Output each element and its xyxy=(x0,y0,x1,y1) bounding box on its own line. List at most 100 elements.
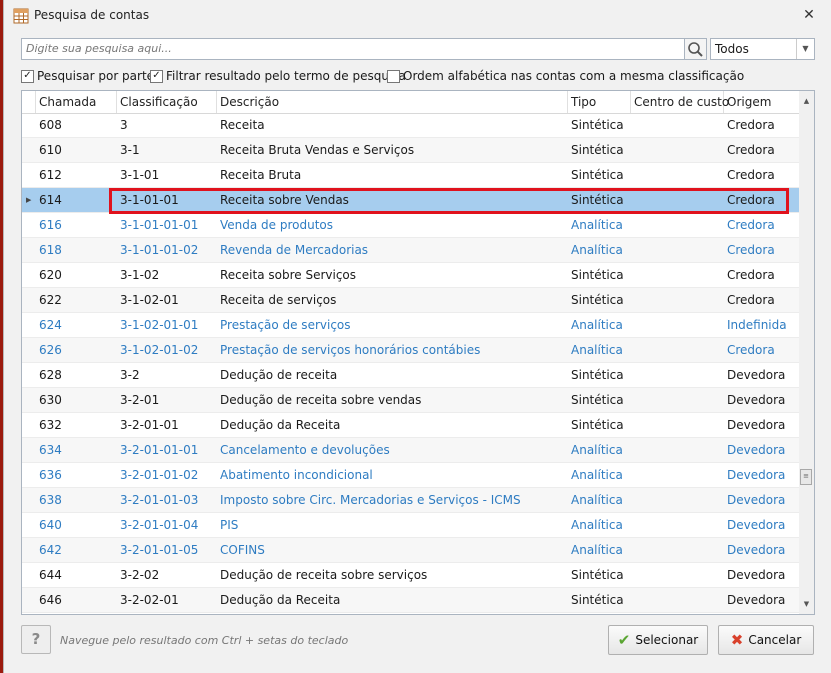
table-row[interactable]: 626 3-1-02-01-02 Prestação de serviços hon… xyxy=(22,338,799,363)
cell-chamada: 616 xyxy=(39,218,62,232)
cell-classificacao: 3 xyxy=(120,118,128,132)
table-row[interactable]: 616 3-1-01-01-01 Venda de produtos Analític… xyxy=(22,213,799,238)
table-row[interactable]: 624 3-1-02-01-01 Prestação de serviços Anal… xyxy=(22,313,799,338)
table-row[interactable]: 622 3-1-02-01 Receita de serviços Sintética… xyxy=(22,288,799,313)
cell-classificacao: 3-2-02-01 xyxy=(120,593,179,607)
cell-centro-custo xyxy=(631,413,724,437)
cell-chamada: 634 xyxy=(39,443,62,457)
cell-chamada: 610 xyxy=(39,143,62,157)
cell-classificacao: 3-2 xyxy=(120,368,140,382)
table-row[interactable]: 612 3-1-01 Receita Bruta Sintética Credora xyxy=(22,163,799,188)
select-button[interactable]: ✔ Selecionar xyxy=(608,625,708,655)
cell-origem: Credora xyxy=(727,143,775,157)
cell-descricao: Dedução de receita sobre serviços xyxy=(220,568,428,582)
search-icon xyxy=(688,42,703,57)
cell-centro-custo xyxy=(631,463,724,487)
checkbox-label: Pesquisar por parte xyxy=(37,69,155,83)
search-button[interactable] xyxy=(685,38,707,60)
cell-centro-custo xyxy=(631,588,724,612)
cell-descricao: Cancelamento e devoluções xyxy=(220,443,390,457)
title-bar: Pesquisa de contas ✕ xyxy=(4,0,830,32)
cell-tipo: Sintética xyxy=(571,593,624,607)
cell-chamada: 618 xyxy=(39,243,62,257)
cell-centro-custo xyxy=(631,213,724,237)
column-header-centro-custo[interactable]: Centro de custo xyxy=(631,91,729,113)
cell-classificacao: 3-1-02-01-01 xyxy=(120,318,199,332)
cell-descricao: COFINS xyxy=(220,543,265,557)
cell-classificacao: 3-1-01-01-01 xyxy=(120,218,199,232)
cell-descricao: Dedução de receita xyxy=(220,368,338,382)
cell-chamada: 614 xyxy=(39,193,62,207)
chevron-down-icon[interactable]: ▼ xyxy=(796,39,814,59)
cancel-x-icon: ✖ xyxy=(730,630,744,649)
cell-classificacao: 3-1-01 xyxy=(120,168,160,182)
cell-chamada: 640 xyxy=(39,518,62,532)
help-button[interactable]: ? xyxy=(21,625,51,654)
table-row[interactable]: 630 3-2-01 Dedução de receita sobre vendas… xyxy=(22,388,799,413)
table-row[interactable]: 608 3 Receita Sintética Credora xyxy=(22,113,799,138)
cell-chamada: 620 xyxy=(39,268,62,282)
cell-tipo: Analítica xyxy=(571,343,623,357)
table-row[interactable]: 628 3-2 Dedução de receita Sintética Devedor… xyxy=(22,363,799,388)
cell-chamada: 644 xyxy=(39,568,62,582)
table-row[interactable]: 636 3-2-01-01-02 Abatimento incondicional A… xyxy=(22,463,799,488)
cell-descricao: Venda de produtos xyxy=(220,218,334,232)
table-row[interactable]: 610 3-1 Receita Bruta Vendas e Serviços Sin… xyxy=(22,138,799,163)
cell-descricao: Receita xyxy=(220,118,265,132)
table-row[interactable]: 634 3-2-01-01-01 Cancelamento e devoluções… xyxy=(22,438,799,463)
table-row[interactable]: 638 3-2-01-01-03 Imposto sobre Circ. Merca… xyxy=(22,488,799,513)
table-row-selected[interactable]: ▶ 614 3-1-01-01 Receita sobre Vendas Sintéti… xyxy=(22,188,799,213)
table-row[interactable]: 646 3-2-02-01 Dedução da Receita Sintética D… xyxy=(22,588,799,613)
scroll-down-icon[interactable]: ▼ xyxy=(799,596,814,612)
table-row[interactable]: 642 3-2-01-01-05 COFINS Analítica Devedora xyxy=(22,538,799,563)
column-header-descricao[interactable]: Descrição xyxy=(217,91,568,113)
table-row[interactable]: 620 3-1-02 Receita sobre Serviços Sintética… xyxy=(22,263,799,288)
column-header-classificacao[interactable]: Classificação xyxy=(117,91,217,113)
keyboard-hint: Navegue pelo resultado com Ctrl + setas … xyxy=(60,634,349,647)
cell-origem: Credora xyxy=(727,193,775,207)
cell-classificacao: 3-1-02-01-02 xyxy=(120,343,199,357)
column-header-chamada[interactable]: Chamada xyxy=(36,91,117,113)
cell-tipo: Analítica xyxy=(571,243,623,257)
vertical-scrollbar[interactable]: ▲ ≡ ▼ xyxy=(799,91,814,614)
cell-tipo: Analítica xyxy=(571,468,623,482)
cancel-button[interactable]: ✖ Cancelar xyxy=(718,625,814,655)
checkbox-unchecked-icon[interactable] xyxy=(387,69,400,83)
cell-origem: Credora xyxy=(727,168,775,182)
filter-dropdown[interactable]: Todos ▼ xyxy=(710,38,815,60)
column-header-tipo[interactable]: Tipo xyxy=(568,91,631,113)
cell-centro-custo xyxy=(631,188,724,212)
checkmark-icon: ✔ xyxy=(617,630,631,649)
filter-results-checkbox[interactable]: ✓ Filtrar resultado pelo termo de pesquis… xyxy=(150,68,406,84)
scroll-thumb[interactable]: ≡ xyxy=(800,469,812,485)
table-row[interactable]: 632 3-2-01-01 Dedução da Receita Sintética D… xyxy=(22,413,799,438)
cell-origem: Indefinida xyxy=(727,318,787,332)
cell-classificacao: 3-2-02 xyxy=(120,568,160,582)
table-row[interactable]: 640 3-2-01-01-04 PIS Analítica Devedora xyxy=(22,513,799,538)
accounts-grid[interactable]: Chamada Classificação Descrição Tipo Cen… xyxy=(21,90,815,615)
cell-origem: Credora xyxy=(727,268,775,282)
checkbox-checked-icon[interactable]: ✓ xyxy=(150,69,163,83)
scroll-up-icon[interactable]: ▲ xyxy=(799,93,814,109)
column-header-origem[interactable]: Origem xyxy=(724,91,799,113)
cell-tipo: Sintética xyxy=(571,168,624,182)
table-row[interactable]: 644 3-2-02 Dedução de receita sobre serviç… xyxy=(22,563,799,588)
cell-descricao: Revenda de Mercadorias xyxy=(220,243,369,257)
search-input[interactable]: Digite sua pesquisa aqui... xyxy=(21,38,685,60)
grid-header: Chamada Classificação Descrição Tipo Cen… xyxy=(22,91,799,114)
cell-chamada: 646 xyxy=(39,593,62,607)
table-row[interactable]: 618 3-1-01-01-02 Revenda de Mercadorias Ana… xyxy=(22,238,799,263)
checkbox-checked-icon[interactable]: ✓ xyxy=(21,69,34,83)
cell-origem: Devedora xyxy=(727,493,786,507)
cell-classificacao: 3-1-01-01 xyxy=(120,193,179,207)
cell-descricao: Receita sobre Vendas xyxy=(220,193,349,207)
cell-descricao: Receita Bruta xyxy=(220,168,302,182)
table-icon xyxy=(13,8,29,24)
cell-classificacao: 3-2-01-01-04 xyxy=(120,518,199,532)
alphabetical-order-checkbox[interactable]: Ordem alfabética nas contas com a mesma … xyxy=(387,68,744,84)
cell-descricao: Dedução de receita sobre vendas xyxy=(220,393,422,407)
cell-centro-custo xyxy=(631,263,724,287)
close-icon[interactable]: ✕ xyxy=(800,6,818,24)
current-row-indicator-icon: ▶ xyxy=(26,196,32,204)
search-by-part-checkbox[interactable]: ✓ Pesquisar por parte xyxy=(21,68,154,84)
